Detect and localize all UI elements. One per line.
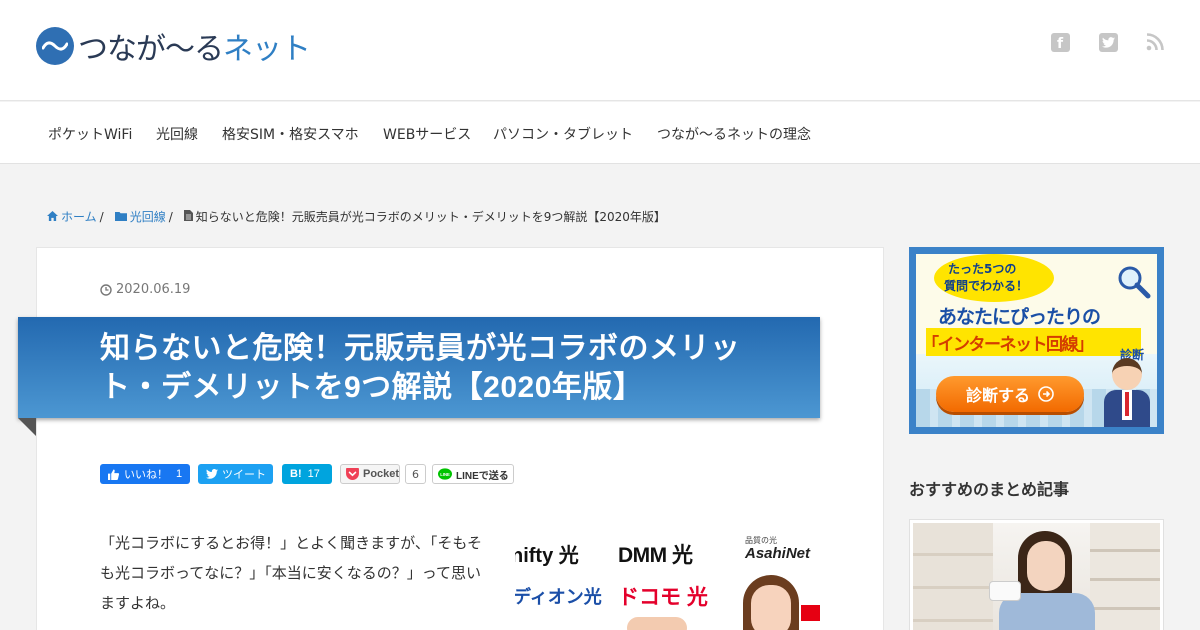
nav-item-pc-tablet[interactable]: パソコン・タブレット [493,124,633,144]
line-icon: LINE [438,467,452,481]
file-icon [183,209,193,224]
global-nav: ポケットWiFi 光回線 格安SIM・格安スマホ WEBサービス パソコン・タブ… [0,102,1200,164]
tweet-button[interactable]: ツイート [198,464,273,484]
diagnose-button[interactable]: 診断する [936,376,1084,412]
brand-dion: ディオン光 [515,587,602,607]
facebook-like-button[interactable]: いいね！ 1 [100,464,190,484]
banner-line2: 質問でわかる！ [944,279,1029,293]
breadcrumb-home[interactable]: ホーム [61,208,97,225]
ribbon-fold [18,418,36,436]
hatena-label: B! [290,468,302,480]
home-icon [47,210,58,224]
recommended-article-card[interactable] [909,519,1164,630]
facebook-icon[interactable]: f [1050,32,1070,52]
nav-item-pocket-wifi[interactable]: ポケットWiFi [48,124,132,144]
site-header: つなが〜るネット f [0,0,1200,101]
hand-image [627,617,687,630]
shelf-left [913,523,993,630]
banner-line4: 「インターネット回線」 [922,335,1094,355]
site-name-part1: つなが〜る [78,32,224,67]
magnifier-icon [1116,264,1152,304]
rss-icon[interactable] [1145,32,1165,52]
line-share-button[interactable]: LINE LINEで送る [432,464,514,484]
nav-item-philosophy[interactable]: つなが〜るネットの理念 [657,124,811,144]
twitter-icon [206,469,218,479]
woman-face [1027,541,1065,591]
tweet-label: ツイート [222,469,266,481]
breadcrumb-category[interactable]: 光回線 [130,208,166,225]
article-hero-image: nifty 光 ディオン光 DMM 光 ドコモ 光 品質の光 AsahiNet [515,525,820,630]
shelf-right [1090,523,1160,630]
line-label: LINEで送る [456,470,509,482]
breadcrumb-current: 知らないと危険！元販売員が光コラボのメリット・デメリットを9つ解説【2020年版… [195,210,666,224]
site-name: つなが〜るネット [78,24,311,68]
diagnose-button-label: 診断する [965,386,1030,405]
wave-logo-icon [36,27,74,65]
breadcrumb-separator: / [168,209,173,224]
site-name-part2: ネット [223,32,311,67]
arrow-circle-icon [1038,386,1054,402]
banner-line3: あなたにぴったりの [938,306,1101,328]
svg-text:LINE: LINE [440,471,450,476]
nav-item-web-service[interactable]: WEBサービス [383,124,471,144]
twitter-icon[interactable] [1098,32,1118,52]
like-count: 1 [176,468,183,480]
pocket-icon [346,468,359,480]
article-intro: 「光コラボにするとお得！」とよく聞きますが、「そもそも光コラボってなに？」「本当… [100,534,483,612]
wifi-router-image [989,581,1021,601]
sidebar-heading: おすすめのまとめ記事 [909,480,1070,499]
businessman-illustration [1102,358,1152,427]
pocket-button[interactable]: Pocket [340,464,400,484]
nav-item-sim[interactable]: 格安SIM・格安スマホ [222,124,359,144]
pocket-count: 6 [405,464,426,484]
breadcrumb-separator: / [99,209,104,224]
brand-asahinet: AsahiNet [745,545,811,562]
folder-icon [114,210,127,224]
brand-docomo: ドコモ 光 [618,586,708,609]
clock-icon [100,283,112,296]
post-date: 2020.06.19 [100,282,190,297]
banner-line1: たった5つの [948,262,1017,276]
hatena-bookmark-button[interactable]: B! 17 [282,464,332,484]
thumbs-up-icon [108,468,119,480]
site-logo[interactable]: つなが〜るネット [36,24,311,68]
model-photo [737,571,807,630]
breadcrumb: ホーム / 光回線 / 知らないと危険！元販売員が光コラボのメリット・デメリット… [47,208,666,225]
nav-item-hikari[interactable]: 光回線 [156,124,198,144]
diagnosis-banner[interactable]: たった5つの 質問でわかる！ あなたにぴったりの 「インターネット回線」 診断 … [909,247,1164,434]
brand-nifty: nifty 光 [515,545,579,567]
like-label: いいね！ [124,469,168,481]
hatena-count: 17 [307,468,320,480]
brand-fragment [801,605,820,621]
brand-dmm: DMM 光 [618,544,693,567]
recommended-article-thumbnail [913,523,1160,630]
article-title: 知らないと危険！元販売員が光コラボのメリット・デメリットを9つ解説【2020年版… [100,332,741,404]
banner-content: たった5つの 質問でわかる！ あなたにぴったりの 「インターネット回線」 診断 … [916,254,1157,427]
pocket-label: Pocket [363,468,400,480]
post-date-text: 2020.06.19 [116,282,191,297]
